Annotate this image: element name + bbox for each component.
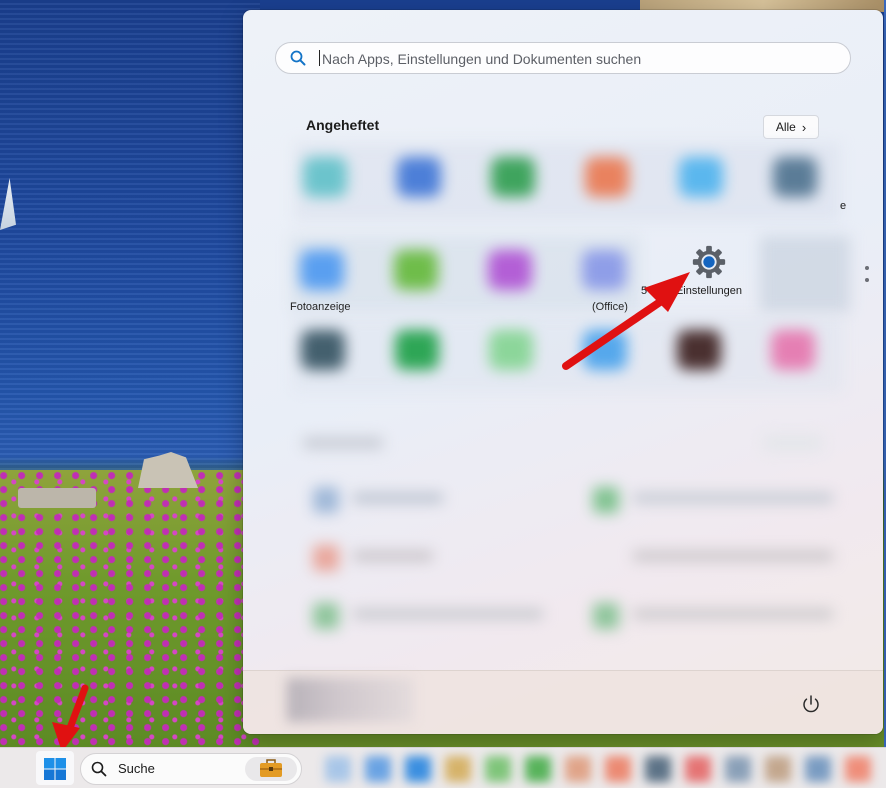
pinned-app[interactable] bbox=[677, 330, 721, 370]
settings-app-tile[interactable]: Einstellungen bbox=[663, 235, 755, 315]
pinned-app-label: Fotoanzeige bbox=[290, 301, 351, 313]
taskbar-app[interactable] bbox=[445, 756, 471, 782]
recommended-section bbox=[293, 425, 843, 640]
taskbar-pinned-apps bbox=[305, 748, 880, 788]
pinned-app[interactable] bbox=[679, 157, 723, 197]
chevron-right-icon: › bbox=[801, 119, 807, 135]
pinned-app[interactable] bbox=[583, 330, 627, 370]
taskbar-app[interactable] bbox=[525, 756, 551, 782]
start-menu: Angeheftet Alle › e Fotoanzeige (Office)… bbox=[243, 10, 883, 734]
taskbar-app[interactable] bbox=[645, 756, 671, 782]
pinned-app[interactable] bbox=[395, 330, 439, 370]
start-button[interactable] bbox=[36, 751, 74, 785]
search-input[interactable] bbox=[320, 47, 834, 71]
taskbar-app[interactable] bbox=[365, 756, 391, 782]
pinned-app[interactable] bbox=[771, 330, 815, 370]
flower-meadow bbox=[0, 470, 260, 750]
all-apps-button[interactable]: Alle › bbox=[763, 115, 819, 139]
pinned-app[interactable] bbox=[585, 157, 629, 197]
pinned-app-label: 5 bbox=[641, 285, 648, 297]
taskbar: Suche bbox=[0, 747, 886, 788]
recommended-item[interactable] bbox=[593, 487, 619, 513]
pinned-app[interactable] bbox=[488, 250, 532, 290]
search-icon bbox=[91, 761, 107, 777]
stone-bench bbox=[18, 488, 96, 508]
pinned-app[interactable] bbox=[397, 157, 441, 197]
taskbar-app[interactable] bbox=[405, 756, 431, 782]
pinned-app[interactable] bbox=[760, 236, 850, 312]
pinned-app[interactable] bbox=[491, 157, 535, 197]
pinned-heading: Angeheftet bbox=[306, 117, 380, 133]
taskbar-app[interactable] bbox=[485, 756, 511, 782]
pinned-app[interactable] bbox=[489, 330, 533, 370]
all-apps-label: Alle bbox=[775, 120, 796, 134]
taskbar-search-label: Suche bbox=[118, 761, 155, 776]
windows-logo-icon bbox=[44, 758, 66, 780]
pinned-app[interactable] bbox=[773, 157, 817, 197]
pinned-app-label: e bbox=[840, 200, 847, 212]
pinned-app[interactable] bbox=[303, 157, 347, 197]
recommended-item[interactable] bbox=[313, 487, 339, 513]
taskbar-app[interactable] bbox=[725, 756, 751, 782]
search-highlight[interactable] bbox=[245, 757, 297, 781]
user-account-button[interactable] bbox=[287, 678, 413, 722]
recommended-item[interactable] bbox=[593, 603, 619, 629]
pinned-row-3 bbox=[293, 316, 843, 392]
taskbar-search[interactable]: Suche bbox=[80, 753, 302, 785]
power-icon[interactable] bbox=[799, 692, 823, 716]
recommended-item[interactable] bbox=[313, 545, 339, 571]
recommended-item[interactable] bbox=[313, 603, 339, 629]
taskbar-app[interactable] bbox=[845, 756, 871, 782]
gear-icon bbox=[692, 245, 726, 279]
settings-app-label: Einstellungen bbox=[675, 285, 743, 297]
pinned-app[interactable] bbox=[300, 250, 344, 290]
pinned-app-label: (Office) bbox=[592, 301, 628, 313]
pinned-app[interactable] bbox=[394, 250, 438, 290]
search-icon bbox=[290, 50, 306, 66]
page-indicator[interactable] bbox=[864, 266, 870, 286]
pinned-row-1 bbox=[295, 143, 840, 221]
pinned-app[interactable] bbox=[301, 330, 345, 370]
taskbar-app[interactable] bbox=[805, 756, 831, 782]
briefcase-icon bbox=[260, 759, 282, 777]
start-search-box[interactable] bbox=[275, 42, 851, 74]
taskbar-app[interactable] bbox=[325, 756, 351, 782]
taskbar-app[interactable] bbox=[565, 756, 591, 782]
taskbar-app[interactable] bbox=[765, 756, 791, 782]
taskbar-app[interactable] bbox=[685, 756, 711, 782]
taskbar-app[interactable] bbox=[605, 756, 631, 782]
pinned-app[interactable] bbox=[582, 250, 626, 290]
sea-texture bbox=[0, 0, 260, 480]
